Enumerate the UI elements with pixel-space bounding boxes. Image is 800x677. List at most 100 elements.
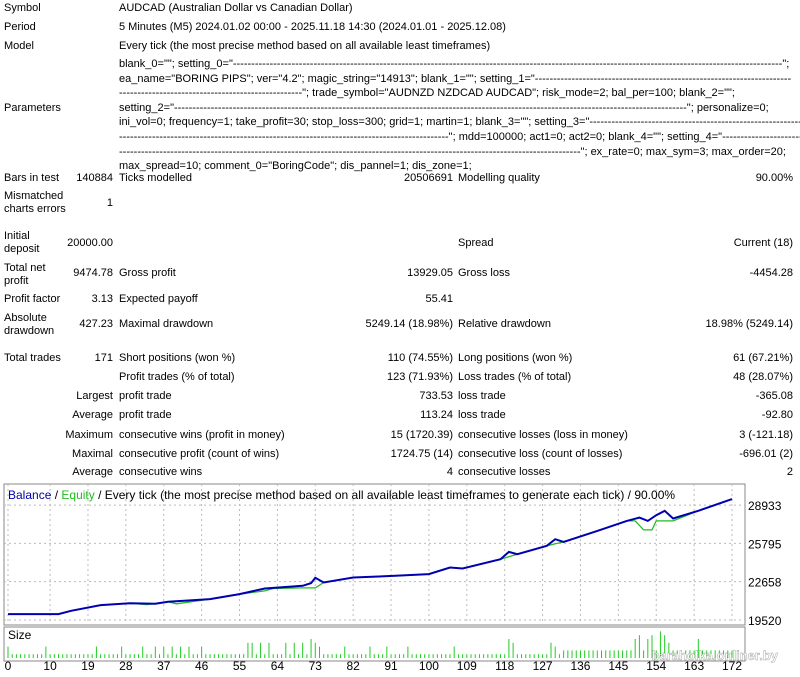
- size-label: Size: [8, 628, 32, 642]
- label: Ticks modelled: [119, 172, 192, 184]
- x-tick-label: 82: [346, 659, 360, 673]
- label-line: deposit: [4, 243, 40, 255]
- param-line: ea_name="BORING PIPS"; ver="4.2"; magic_…: [119, 72, 792, 85]
- label: Maximal drawdown: [119, 318, 214, 330]
- label: Average: [72, 466, 113, 478]
- max-losses-value: 3 (-121.18): [739, 429, 793, 441]
- legend-sep: /: [51, 488, 61, 502]
- label: loss trade: [458, 409, 506, 421]
- label: Maximum: [65, 429, 113, 441]
- watermark: baraholka.onliner.by: [652, 648, 779, 663]
- label: Gross profit: [119, 267, 176, 279]
- y-tick-label: 19520: [748, 614, 782, 628]
- max-drawdown-value: 5249.14 (18.98%): [365, 318, 453, 330]
- label: Expected payoff: [119, 293, 198, 305]
- model-value: Every tick (the most precise method base…: [119, 40, 491, 52]
- label: Spread: [458, 237, 494, 249]
- label: Symbol: [4, 2, 41, 14]
- label: consecutive loss (count of losses): [458, 448, 623, 460]
- label: profit trade: [119, 390, 172, 402]
- gross-loss-value: -4454.28: [749, 267, 793, 279]
- label-line: Initial: [4, 230, 30, 242]
- parameters-text: blank_0=""; setting_0="-----------------…: [119, 57, 800, 174]
- label: Model: [4, 40, 34, 52]
- legend-equity: Equity: [61, 488, 94, 502]
- ticks-value: 20506691: [404, 172, 453, 184]
- x-tick-label: 19: [81, 659, 95, 673]
- x-tick-label: 0: [5, 659, 12, 673]
- label: Largest: [76, 390, 113, 402]
- maximal-loss-value: -696.01 (2): [739, 448, 793, 460]
- label: Period: [4, 21, 36, 33]
- label: consecutive losses: [458, 466, 551, 478]
- label: Initial deposit: [4, 230, 39, 256]
- profit-trades-value: 123 (71.93%): [386, 371, 453, 383]
- profit-factor-value: 3.13: [91, 293, 113, 305]
- x-tick-label: 55: [233, 659, 247, 673]
- x-tick-label: 64: [271, 659, 285, 673]
- quality-value: 90.00%: [755, 172, 793, 184]
- rel-drawdown-value: 18.98% (5249.14): [705, 318, 793, 330]
- x-tick-label: 73: [309, 659, 323, 673]
- gross-profit-value: 13929.05: [407, 267, 453, 279]
- largest-loss-value: -365.08: [755, 390, 793, 402]
- label: Maximal: [72, 448, 113, 460]
- label: Short positions (won %): [119, 352, 236, 364]
- param-line: blank_0=""; setting_0="-----------------…: [119, 58, 790, 70]
- x-tick-label: 28: [119, 659, 133, 673]
- avg-loss-value: -92.80: [761, 409, 793, 421]
- x-tick-label: 10: [43, 659, 57, 673]
- label-line: profit: [4, 275, 29, 287]
- largest-profit-value: 733.53: [419, 390, 453, 402]
- param-line: ----------------------------------------…: [119, 145, 786, 158]
- net-profit-value: 9474.78: [73, 267, 113, 279]
- bars-value: 140884: [76, 172, 113, 184]
- x-tick-label: 118: [495, 659, 514, 673]
- avg-losses-value: 2: [786, 466, 793, 478]
- mismatch-value: 1: [106, 197, 113, 209]
- label: consecutive wins: [119, 466, 203, 478]
- y-axis: 19520 22658 25795 28933: [748, 499, 782, 628]
- label: Modelling quality: [458, 172, 540, 184]
- trades-value: 171: [94, 352, 113, 364]
- abs-drawdown-value: 427.23: [79, 318, 113, 330]
- label: consecutive profit (count of wins): [119, 448, 280, 460]
- x-tick-label: 100: [419, 659, 439, 673]
- long-value: 61 (67.21%): [733, 352, 793, 364]
- strategy-tester-report: Symbol AUDCAD (Australian Dollar vs Cana…: [0, 0, 800, 677]
- label: loss trade: [458, 390, 506, 402]
- x-tick-label: 91: [384, 659, 398, 673]
- param-line: setting_2="-----------------------------…: [119, 101, 769, 114]
- param-line: ini_vol=0; frequency=1; take_profit=30; …: [119, 116, 800, 129]
- payoff-value: 55.41: [425, 293, 453, 305]
- loss-trades-value: 48 (28.07%): [733, 371, 793, 383]
- max-wins-value: 15 (1720.39): [390, 429, 453, 441]
- label: profit trade: [119, 409, 172, 421]
- y-tick-label: 22658: [748, 576, 782, 590]
- legend-balance: Balance: [8, 488, 52, 502]
- symbol-value: AUDCAD (Australian Dollar vs Canadian Do…: [119, 2, 353, 14]
- balance-chart: Balance / Equity / Every tick (the most …: [3, 483, 782, 673]
- x-tick-label: 46: [195, 659, 209, 673]
- x-tick-label: 37: [157, 659, 171, 673]
- chart-subtitle: / Every tick (the most precise method ba…: [95, 488, 676, 502]
- y-tick-label: 28933: [748, 499, 782, 513]
- x-tick-label: 145: [608, 659, 628, 673]
- deposit-value: 20000.00: [67, 237, 113, 249]
- label: Long positions (won %): [458, 352, 573, 364]
- label: consecutive wins (profit in money): [119, 429, 285, 441]
- label: Relative drawdown: [458, 318, 551, 330]
- param-line: ----------------------------------------…: [119, 130, 800, 143]
- maximal-profit-value: 1724.75 (14): [390, 448, 453, 460]
- label: Profit trades (% of total): [119, 371, 235, 383]
- spread-value: Current (18): [733, 237, 793, 249]
- chart-title: Balance / Equity / Every tick (the most …: [8, 488, 675, 502]
- x-tick-label: 109: [457, 659, 477, 673]
- label: Loss trades (% of total): [458, 371, 572, 383]
- label: Parameters: [4, 102, 61, 114]
- label: Gross loss: [458, 267, 510, 279]
- label: Average: [72, 409, 113, 421]
- param-line: ----------------------------------------…: [119, 87, 735, 100]
- avg-wins-value: 4: [446, 466, 453, 478]
- avg-profit-value: 113.24: [420, 409, 453, 421]
